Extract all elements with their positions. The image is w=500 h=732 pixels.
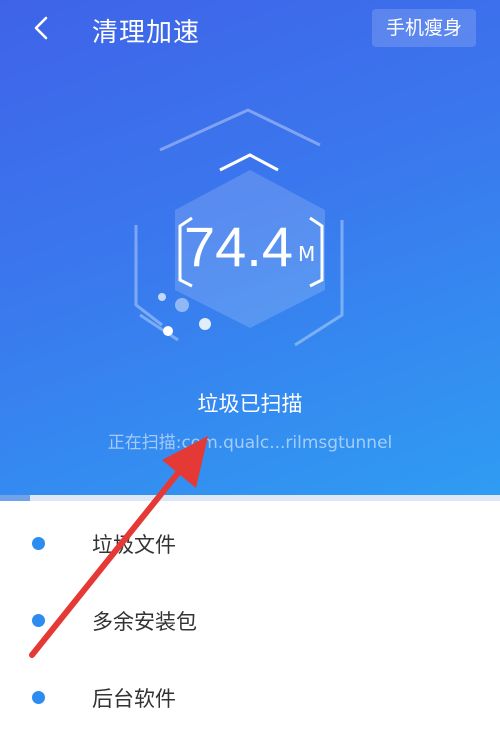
gauge-bubble: [199, 318, 211, 330]
gauge-top-chevron: [219, 153, 279, 172]
gauge-bubble: [163, 326, 173, 336]
scan-hero-panel: 清理加速 手机瘦身 74.4 M 垃圾已扫描 正在扫描:com.qualc...…: [0, 0, 500, 495]
gauge-outer-left: [134, 225, 163, 327]
scanning-path: 正在扫描:com.qualc...rilmsgtunnel: [107, 433, 393, 453]
category-label: 垃圾文件: [92, 533, 176, 557]
gauge-bubble: [158, 293, 166, 301]
chevron-left-icon: [34, 16, 48, 40]
app-header: 清理加速 手机瘦身: [0, 0, 500, 60]
back-button[interactable]: [28, 10, 56, 46]
junk-size-unit: M: [298, 242, 316, 266]
category-item-redundant-apks[interactable]: 多余安装包: [0, 578, 500, 655]
scan-status: 垃圾已扫描: [197, 392, 303, 416]
junk-size-value: 74.4: [184, 215, 293, 278]
page-title: 清理加速: [92, 18, 201, 48]
category-label: 后台软件: [92, 687, 176, 711]
gauge-outer-bottom: [139, 313, 179, 342]
bullet-dot-icon: [32, 537, 45, 550]
category-label: 多余安装包: [92, 610, 197, 634]
gauge-outer-top: [159, 108, 321, 152]
junk-size-readout: 74.4 M: [180, 212, 330, 282]
phone-slim-button[interactable]: 手机瘦身: [372, 9, 476, 47]
bullet-dot-icon: [32, 614, 45, 627]
category-list: 垃圾文件 多余安装包 后台软件: [0, 501, 500, 732]
bullet-dot-icon: [32, 691, 45, 704]
category-item-junk-files[interactable]: 垃圾文件: [0, 501, 500, 578]
gauge-bubble: [175, 298, 189, 312]
